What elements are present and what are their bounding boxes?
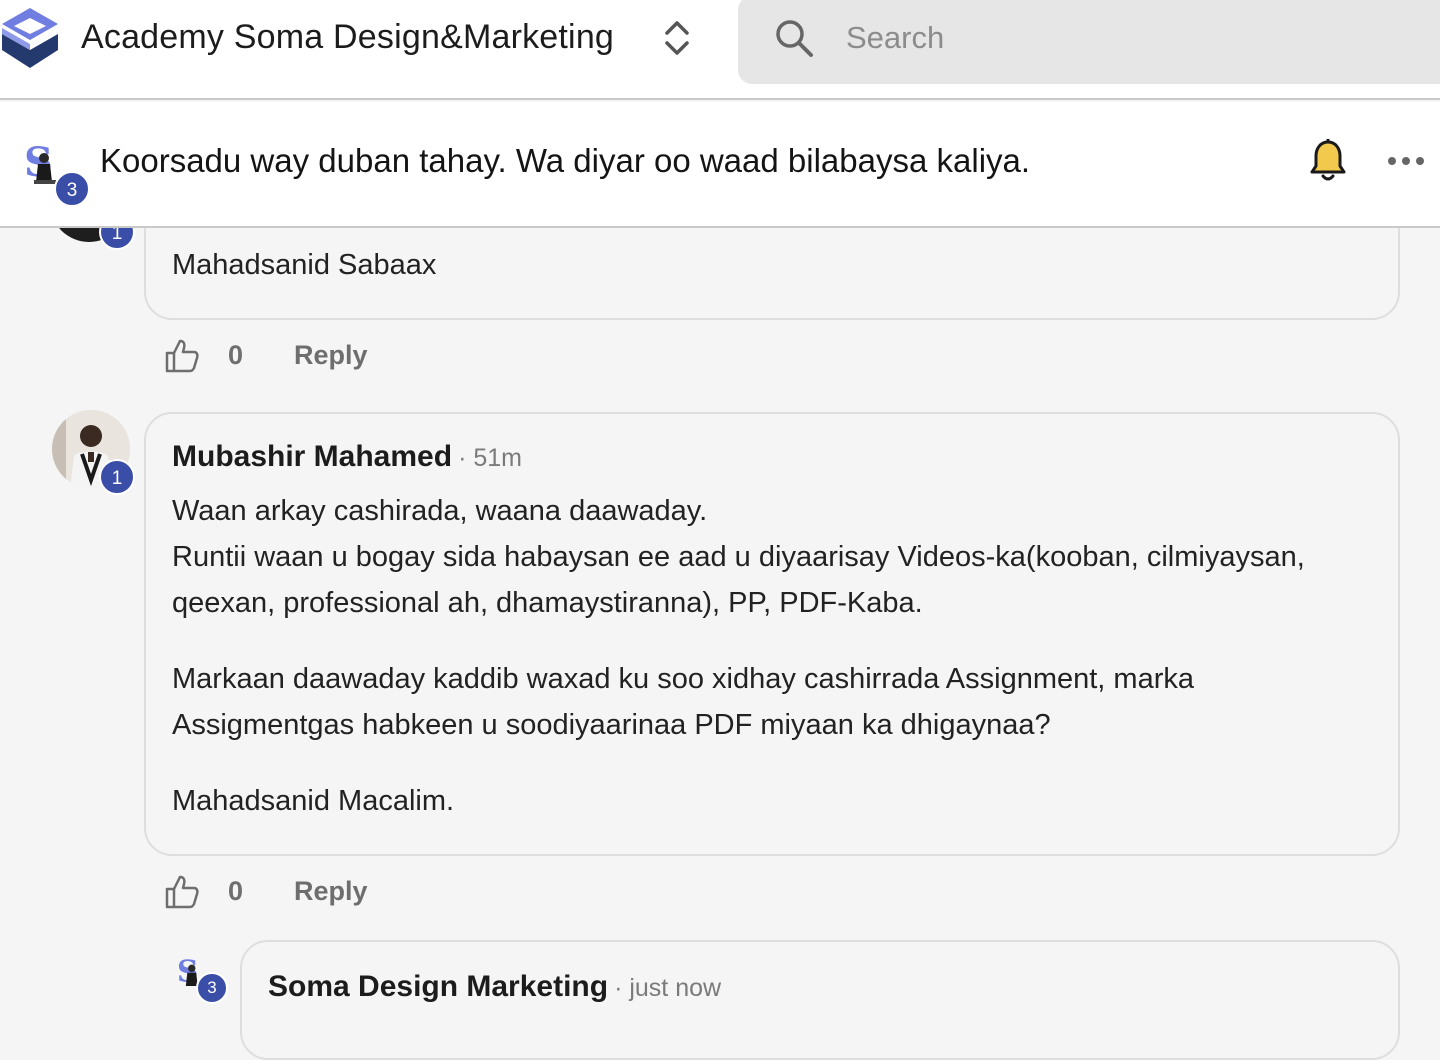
reply-button[interactable]: Reply [294, 876, 368, 907]
comment-line: Runtii waan u bogay sida habaysan ee aad… [172, 541, 1305, 573]
comment-actions: 0 Reply [164, 874, 404, 914]
post-header: S 3 Koorsadu way duban tahay. Wa diyar o… [0, 102, 1440, 228]
author-name[interactable]: Mubashir Mahamed [172, 440, 452, 473]
commenter-level-badge: 1 [99, 459, 135, 495]
comment-line: Assigmentgas habkeen u soodiyaarinaa PDF… [172, 709, 1051, 741]
comment-text: Mahadsanid Sabaax [172, 249, 437, 281]
comment-author[interactable]: Soma Design Marketing · just now [268, 970, 721, 1004]
comment-card: Mubashir Mahamed · 51m Waan arkay cashira… [144, 412, 1400, 856]
search-input[interactable]: Search [846, 20, 944, 56]
search-bar[interactable]: Search [738, 0, 1440, 84]
search-icon [776, 20, 813, 57]
comment-actions: 0 Reply [164, 338, 404, 378]
author-name[interactable]: Soma Design Marketing [268, 970, 608, 1003]
like-count: 0 [228, 340, 244, 370]
comment-time: · 51m [458, 444, 522, 472]
more-icon[interactable] [1386, 154, 1426, 168]
reply-author-level-badge: 3 [196, 972, 228, 1004]
comment-line: Mahadsanid Macalim. [172, 785, 455, 817]
reply-button[interactable]: Reply [294, 340, 368, 371]
comment-line: Waan arkay cashirada, waana daawaday. [172, 495, 708, 527]
reply-card: Soma Design Marketing · just now [240, 940, 1400, 1060]
top-bar: Academy Soma Design&Marketing Search [0, 0, 1440, 100]
comment-author[interactable]: Mubashir Mahamed · 51m [172, 440, 522, 474]
chevron-updown-icon[interactable] [662, 18, 692, 58]
thumbs-up-icon[interactable] [164, 338, 200, 374]
organization-name[interactable]: Academy Soma Design&Marketing [81, 18, 614, 57]
logo-icon[interactable] [0, 6, 60, 72]
thumbs-up-icon[interactable] [164, 874, 200, 910]
post-title: Koorsadu way duban tahay. Wa diyar oo wa… [100, 142, 1031, 179]
bell-icon[interactable] [1308, 138, 1348, 184]
like-count: 0 [228, 876, 244, 906]
comment-line: qeexan, professional ah, dhamaystiranna)… [172, 587, 923, 619]
author-level-badge: 3 [54, 171, 90, 207]
comment-time: · just now [614, 974, 722, 1002]
comment-line: Markaan daawaday kaddib waxad ku soo xid… [172, 663, 1194, 695]
